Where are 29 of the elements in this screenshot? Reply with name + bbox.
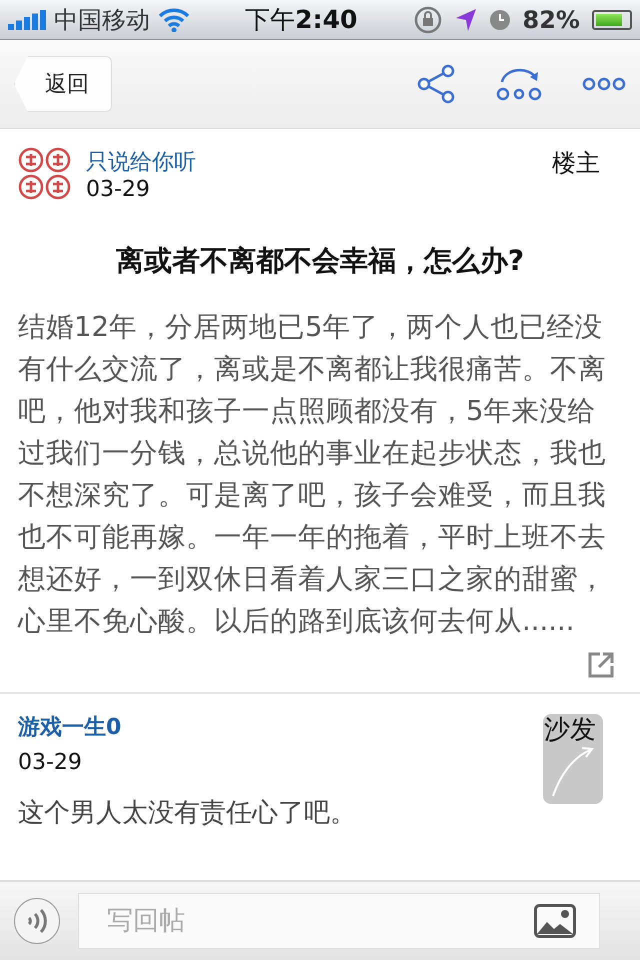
avatar-icon xyxy=(18,147,72,201)
reply-date: 03-29 xyxy=(18,750,83,775)
jump-icon[interactable] xyxy=(496,66,542,102)
clock-time: 下午2:40 xyxy=(245,4,358,36)
post-body: 结婚12年，分居两地已5年了，两个人也已经没有什么交流了，离或是不离都让我很痛苦。不离吧，他对我和孩子一点照顾都没有，5年来没给过我们一分钱，总说他的事业在起步状态，我也不想深究了。可是离了吧，孩子会难受，而且我也不可能再嫁。一年一年的拖着，平时上班不去想还好，一到双休日看着人家三口之家的甜蜜，心里不免心酸。以后的路到底该何去何从...... xyxy=(16,310,607,639)
author-link[interactable]: 只说给你听 xyxy=(86,147,538,177)
carrier-name: 中国移动 xyxy=(54,4,150,36)
rotation-lock-icon xyxy=(412,4,443,34)
voice-button[interactable] xyxy=(14,898,60,944)
reply-text: 这个男人太没有责任心了吧。 xyxy=(18,797,357,830)
author-link[interactable]: 游戏一生0 xyxy=(18,712,122,742)
post-title: 离或者不离都不会幸福，怎么办? xyxy=(114,243,526,279)
wifi-icon xyxy=(158,8,190,32)
post-date: 03-29 xyxy=(86,177,151,202)
arrow-icon xyxy=(550,746,596,798)
external-link-icon[interactable] xyxy=(588,652,614,678)
battery-icon xyxy=(592,10,632,30)
signal-icon xyxy=(8,10,46,30)
reply-input-field[interactable]: 写回帖 xyxy=(78,893,600,949)
floor-label: 楼主 xyxy=(552,148,600,179)
more-icon[interactable] xyxy=(582,77,626,91)
location-arrow-icon xyxy=(454,8,477,32)
image-icon[interactable] xyxy=(534,904,576,938)
back-button[interactable]: 返回 xyxy=(14,56,112,112)
battery-percent: 82% xyxy=(522,6,580,34)
floor-label: 沙发 xyxy=(544,714,596,747)
alarm-clock-icon xyxy=(488,8,511,30)
share-icon[interactable] xyxy=(416,64,456,104)
sound-waves-icon xyxy=(25,908,49,934)
